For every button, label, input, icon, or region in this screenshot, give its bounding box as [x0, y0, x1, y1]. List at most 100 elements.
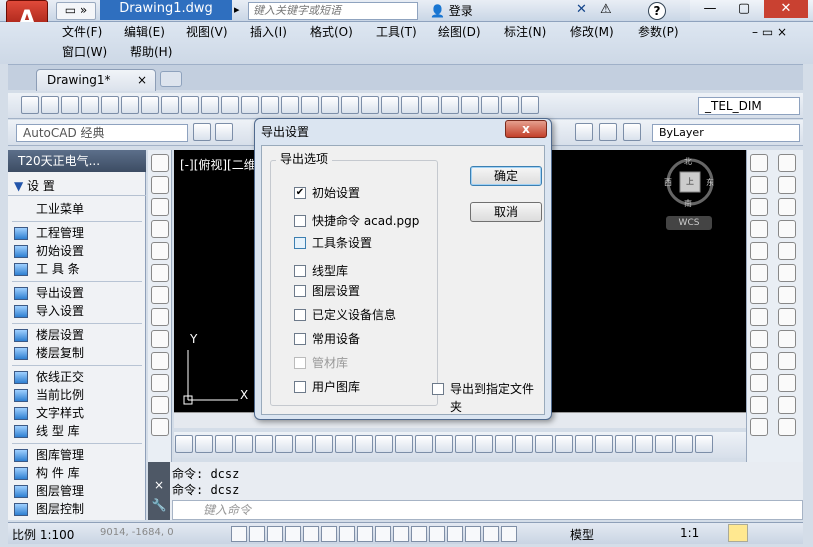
doc-window-controls[interactable]: – ▭ ×	[752, 22, 787, 42]
menu-parametric[interactable]: 参数(P)	[638, 22, 679, 42]
undo-icon[interactable]	[260, 96, 279, 114]
menu-window[interactable]: 窗口(W)	[62, 42, 107, 62]
tool-icon[interactable]	[295, 435, 313, 453]
palette-item-floor-copy[interactable]: 楼层复制	[8, 344, 146, 362]
properties-toggle[interactable]	[501, 526, 517, 542]
tool-palettes-icon[interactable]	[420, 96, 439, 114]
tool-icon[interactable]	[315, 435, 333, 453]
wcs-menu[interactable]: WCS	[666, 216, 712, 230]
checkbox[interactable]	[432, 383, 444, 395]
option-defined-equipment[interactable]: 已定义设备信息	[292, 306, 396, 324]
offset-icon[interactable]	[778, 220, 796, 238]
break-icon[interactable]	[778, 396, 796, 414]
3d-osnap-toggle[interactable]	[321, 526, 337, 542]
option-toolbar-settings[interactable]: 工具条设置	[292, 234, 372, 252]
tool-icon[interactable]	[695, 435, 713, 453]
close-window-button[interactable]: ✕	[764, 0, 808, 18]
checkbox[interactable]	[294, 285, 306, 297]
publish-icon[interactable]	[120, 96, 139, 114]
zoom-previous-icon[interactable]	[360, 96, 379, 114]
line-icon[interactable]	[151, 154, 169, 172]
title-dropdown-icon[interactable]: ▸	[234, 3, 240, 16]
erase-icon[interactable]	[778, 154, 796, 172]
sheet-set-icon[interactable]	[440, 96, 459, 114]
checkbox[interactable]	[294, 381, 306, 393]
revcloud-icon[interactable]	[151, 308, 169, 326]
palette-item-component-lib[interactable]: 构 件 库	[8, 464, 146, 482]
palette-item-floor-settings[interactable]: 楼层设置	[8, 326, 146, 344]
layer-previous-icon[interactable]	[599, 123, 617, 141]
palette-item-ortho-by-line[interactable]: 依线正交	[8, 368, 146, 386]
tool-icon[interactable]	[375, 435, 393, 453]
tool-icon[interactable]	[275, 435, 293, 453]
ok-button[interactable]: 确定	[470, 166, 542, 186]
otrack-toggle[interactable]	[339, 526, 355, 542]
export-to-folder-checkbox[interactable]: 导出到指定文件夹	[430, 380, 544, 414]
lineweight-toggle[interactable]	[393, 526, 409, 542]
zoom-realtime-icon[interactable]	[320, 96, 339, 114]
extend-icon[interactable]	[778, 374, 796, 392]
menu-view[interactable]: 视图(V)	[186, 22, 228, 42]
dyn-toggle[interactable]	[375, 526, 391, 542]
login-button[interactable]: 👤 登录	[430, 2, 530, 20]
tool-icon[interactable]	[435, 435, 453, 453]
tool-icon[interactable]	[215, 435, 233, 453]
palette-item-project-manage[interactable]: 工程管理	[8, 224, 146, 242]
tool-icon[interactable]	[615, 435, 633, 453]
tool-icon[interactable]	[455, 435, 473, 453]
menu-draw[interactable]: 绘图(D)	[438, 22, 481, 42]
maximize-button[interactable]: ▢	[730, 0, 758, 18]
stretch-icon[interactable]	[778, 330, 796, 348]
palette-item-initial-settings[interactable]: 初始设置	[8, 242, 146, 260]
preview-icon[interactable]	[100, 96, 119, 114]
tool-icon[interactable]	[395, 435, 413, 453]
help-icon[interactable]	[500, 96, 519, 114]
copy-object-icon[interactable]	[778, 176, 796, 194]
dialog-close-button[interactable]: x	[505, 120, 547, 138]
tool-icon[interactable]	[335, 435, 353, 453]
command-window-handle[interactable]: × 🔧	[148, 462, 170, 520]
open-icon[interactable]	[40, 96, 59, 114]
mirror-icon[interactable]	[778, 198, 796, 216]
option-common-equipment[interactable]: 常用设备	[292, 330, 360, 348]
move-icon[interactable]	[750, 264, 768, 282]
ducs-toggle[interactable]	[357, 526, 373, 542]
insert-block-icon[interactable]	[151, 396, 169, 414]
menu-help[interactable]: 帮助(H)	[130, 42, 172, 62]
tool-icon[interactable]	[475, 435, 493, 453]
scale-icon[interactable]	[750, 308, 768, 326]
match-properties-icon[interactable]	[220, 96, 239, 114]
palette-item-linetype-lib[interactable]: 线 型 库	[8, 422, 146, 440]
menu-format[interactable]: 格式(O)	[310, 22, 353, 42]
tool-icon[interactable]	[535, 435, 553, 453]
stretch-icon[interactable]	[750, 330, 768, 348]
tool-icon[interactable]	[495, 435, 513, 453]
option-linetype-lib[interactable]: 线型库	[292, 262, 348, 280]
option-initial-settings[interactable]: ✔ 初始设置	[292, 184, 360, 202]
layer-state-icon[interactable]	[575, 123, 593, 141]
ortho-toggle[interactable]	[267, 526, 283, 542]
palette-item-import-settings[interactable]: 导入设置	[8, 302, 146, 320]
tool-icon[interactable]	[235, 435, 253, 453]
workspace-settings-icon[interactable]	[193, 123, 211, 141]
tool-icon[interactable]	[175, 435, 193, 453]
polygon-icon[interactable]	[151, 220, 169, 238]
checkbox[interactable]	[294, 215, 306, 227]
checkbox[interactable]	[294, 309, 306, 321]
move-icon[interactable]	[778, 264, 796, 282]
ellipse-icon[interactable]	[151, 352, 169, 370]
transparency-toggle[interactable]	[411, 526, 427, 542]
menu-modify[interactable]: 修改(M)	[570, 22, 614, 42]
redo-icon[interactable]	[280, 96, 299, 114]
arc-icon[interactable]	[151, 264, 169, 282]
snap-toggle[interactable]	[231, 526, 247, 542]
tool-icon[interactable]	[415, 435, 433, 453]
osnap-toggle[interactable]	[303, 526, 319, 542]
tool-icon[interactable]	[675, 435, 693, 453]
option-user-library[interactable]: 用户图库	[292, 378, 360, 396]
circle-icon[interactable]	[151, 286, 169, 304]
pan-icon[interactable]	[300, 96, 319, 114]
break-icon[interactable]	[750, 396, 768, 414]
selection-cycling-toggle[interactable]	[447, 526, 463, 542]
tab-drawing1[interactable]: Drawing1* ×	[36, 69, 156, 91]
